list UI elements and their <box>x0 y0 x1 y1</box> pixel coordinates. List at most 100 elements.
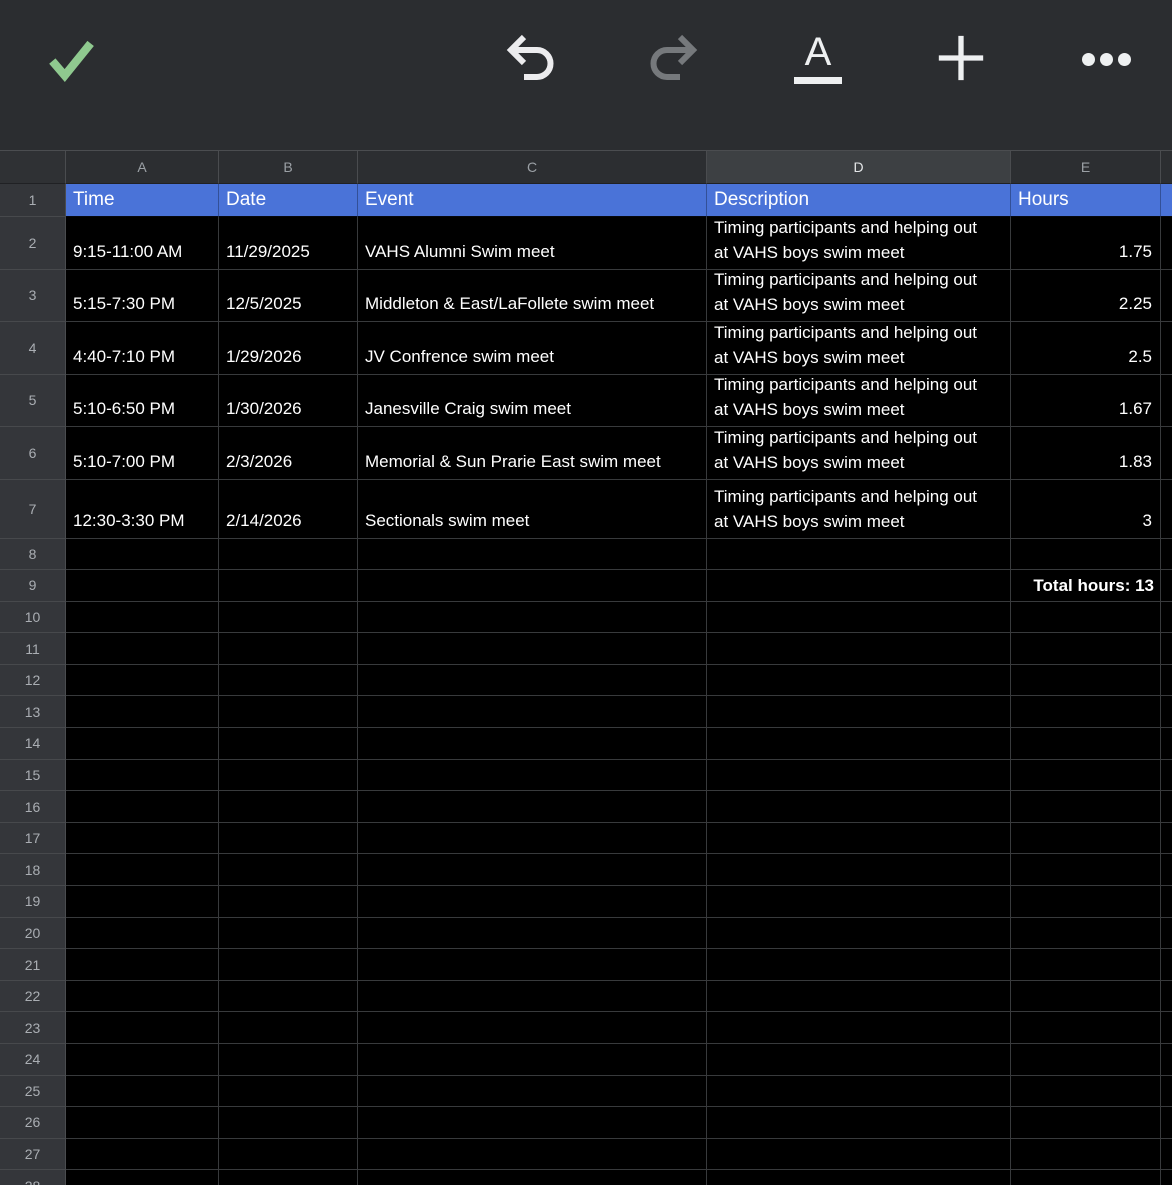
empty-cell[interactable] <box>1161 570 1172 602</box>
cell-description[interactable]: Timing participants and helping out at V… <box>707 427 1011 480</box>
empty-cell[interactable] <box>219 1138 358 1171</box>
row-number[interactable]: 28 <box>0 1170 66 1185</box>
empty-cell[interactable] <box>707 570 1011 602</box>
empty-cell[interactable] <box>1011 1075 1161 1108</box>
cell-time[interactable]: 4:40-7:10 PM <box>66 322 219 375</box>
row-number[interactable]: 24 <box>0 1044 66 1076</box>
empty-cell[interactable] <box>707 1107 1011 1139</box>
empty-cell[interactable] <box>66 854 219 887</box>
empty-cell[interactable] <box>66 1012 219 1044</box>
row-number[interactable]: 19 <box>0 886 66 918</box>
empty-cell[interactable] <box>1161 886 1172 918</box>
empty-cell[interactable] <box>358 1044 707 1076</box>
corner-cell[interactable] <box>0 151 66 184</box>
empty-cell[interactable] <box>358 1170 707 1185</box>
empty-cell[interactable] <box>358 570 707 602</box>
empty-cell[interactable] <box>1011 728 1161 760</box>
empty-cell[interactable] <box>358 1075 707 1108</box>
empty-cell[interactable] <box>707 886 1011 918</box>
empty-cell[interactable] <box>219 791 358 823</box>
empty-cell[interactable] <box>66 601 219 634</box>
empty-cell[interactable] <box>358 917 707 950</box>
empty-cell[interactable] <box>66 1075 219 1108</box>
empty-cell[interactable] <box>707 854 1011 887</box>
row-number[interactable]: 4 <box>0 322 66 375</box>
empty-cell[interactable] <box>66 538 219 571</box>
row-number[interactable]: 17 <box>0 822 66 855</box>
empty-cell[interactable] <box>707 601 1011 634</box>
empty-cell[interactable] <box>707 1044 1011 1076</box>
empty-cell[interactable] <box>219 570 358 602</box>
empty-cell[interactable] <box>707 664 1011 697</box>
column-header-B[interactable]: B <box>219 151 358 184</box>
cell-date[interactable]: 12/5/2025 <box>219 269 358 322</box>
column-header-E[interactable]: E <box>1011 151 1161 184</box>
empty-cell[interactable] <box>66 886 219 918</box>
header-cell-description[interactable]: Description <box>707 184 1011 217</box>
empty-cell[interactable] <box>358 1138 707 1171</box>
row-number[interactable]: 23 <box>0 1012 66 1044</box>
cell-description[interactable]: Timing participants and helping out at V… <box>707 479 1011 539</box>
empty-cell[interactable] <box>66 1044 219 1076</box>
empty-cell[interactable] <box>707 538 1011 571</box>
cell-overflow[interactable] <box>1161 479 1172 539</box>
cell-overflow[interactable] <box>1161 322 1172 375</box>
empty-cell[interactable] <box>219 664 358 697</box>
cell-event[interactable]: Middleton & East/LaFollete swim meet <box>358 269 707 322</box>
empty-cell[interactable] <box>66 1170 219 1185</box>
empty-cell[interactable] <box>707 917 1011 950</box>
empty-cell[interactable] <box>219 601 358 634</box>
cell-description[interactable]: Timing participants and helping out at V… <box>707 322 1011 375</box>
empty-cell[interactable] <box>707 728 1011 760</box>
cell-event[interactable]: Memorial & Sun Prarie East swim meet <box>358 427 707 480</box>
empty-cell[interactable] <box>707 759 1011 792</box>
empty-cell[interactable] <box>707 1012 1011 1044</box>
empty-cell[interactable] <box>219 917 358 950</box>
empty-cell[interactable] <box>707 949 1011 981</box>
empty-cell[interactable] <box>66 570 219 602</box>
column-header-A[interactable]: A <box>66 151 219 184</box>
empty-cell[interactable] <box>219 1075 358 1108</box>
empty-cell[interactable] <box>1011 1170 1161 1185</box>
empty-cell[interactable] <box>219 696 358 729</box>
empty-cell[interactable] <box>358 664 707 697</box>
empty-cell[interactable] <box>1161 822 1172 855</box>
done-check-button[interactable] <box>40 28 104 92</box>
empty-cell[interactable] <box>66 696 219 729</box>
empty-cell[interactable] <box>219 822 358 855</box>
cell-date[interactable]: 2/3/2026 <box>219 427 358 480</box>
empty-cell[interactable] <box>358 601 707 634</box>
empty-cell[interactable] <box>358 633 707 665</box>
empty-cell[interactable] <box>358 822 707 855</box>
row-number[interactable]: 10 <box>0 601 66 634</box>
empty-cell[interactable] <box>1011 822 1161 855</box>
cell-event[interactable]: Sectionals swim meet <box>358 479 707 539</box>
format-text-button[interactable]: A <box>786 22 850 94</box>
empty-cell[interactable] <box>66 1107 219 1139</box>
cell-hours[interactable]: 3 <box>1011 479 1161 539</box>
empty-cell[interactable] <box>219 538 358 571</box>
empty-cell[interactable] <box>1161 1138 1172 1171</box>
empty-cell[interactable] <box>219 1170 358 1185</box>
empty-cell[interactable] <box>1011 601 1161 634</box>
empty-cell[interactable] <box>358 886 707 918</box>
empty-cell[interactable] <box>1011 980 1161 1013</box>
row-number[interactable]: 6 <box>0 427 66 480</box>
empty-cell[interactable] <box>358 980 707 1013</box>
row-number[interactable]: 1 <box>0 184 66 217</box>
empty-cell[interactable] <box>1161 1107 1172 1139</box>
undo-button[interactable] <box>501 28 561 88</box>
cell-event[interactable]: JV Confrence swim meet <box>358 322 707 375</box>
cell-date[interactable]: 1/30/2026 <box>219 374 358 427</box>
cell-overflow[interactable] <box>1161 269 1172 322</box>
more-options-button[interactable] <box>1072 32 1140 86</box>
cell-description[interactable]: Timing participants and helping out at V… <box>707 374 1011 427</box>
empty-cell[interactable] <box>219 1012 358 1044</box>
header-cell-date[interactable]: Date <box>219 184 358 217</box>
empty-cell[interactable] <box>66 728 219 760</box>
cell-time[interactable]: 9:15-11:00 AM <box>66 217 219 270</box>
row-number[interactable]: 13 <box>0 696 66 729</box>
cell-event[interactable]: Janesville Craig swim meet <box>358 374 707 427</box>
row-number[interactable]: 3 <box>0 269 66 322</box>
cell-time[interactable]: 5:10-6:50 PM <box>66 374 219 427</box>
